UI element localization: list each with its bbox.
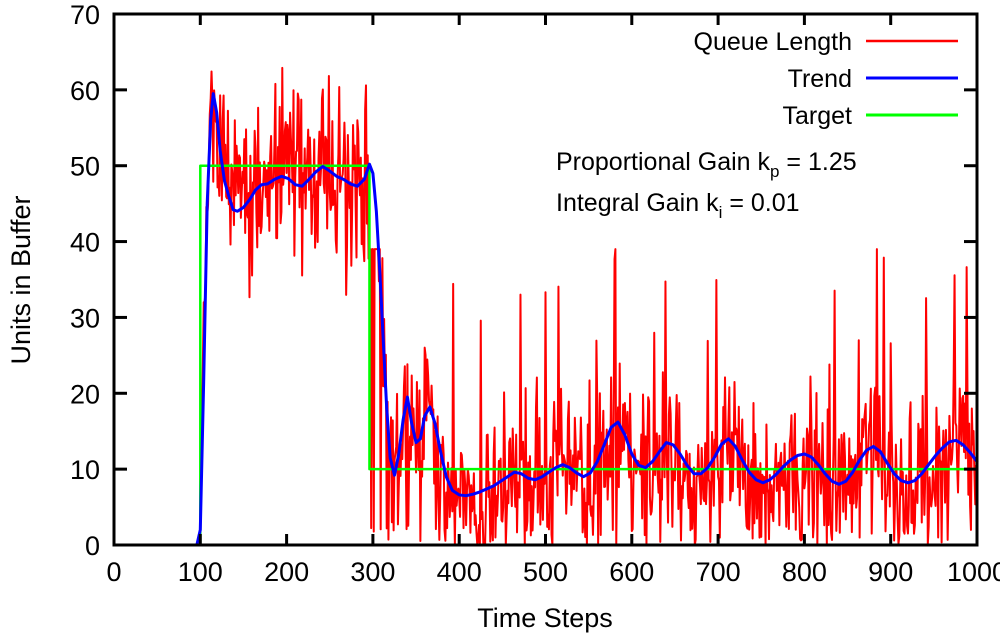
x-tick-label: 900	[868, 557, 913, 587]
annotation-kp-subscript: p	[770, 162, 779, 181]
x-tick-label: 700	[696, 557, 741, 587]
chart-annotations: Proportional Gain kp = 1.25 Integral Gai…	[556, 148, 857, 222]
legend-label-trend: Trend	[788, 65, 852, 93]
y-tick-label: 0	[85, 531, 100, 561]
x-tick-label: 800	[782, 557, 827, 587]
series-layer	[112, 66, 979, 547]
y-tick-label: 10	[70, 455, 100, 485]
y-tick-label: 20	[70, 379, 100, 409]
annotation-kp-tail: = 1.25	[779, 148, 856, 176]
x-tick-label: 200	[264, 557, 309, 587]
annotation-ki-main: Integral Gain k	[556, 189, 719, 217]
x-tick-label: 300	[350, 557, 395, 587]
annotation-proportional-gain: Proportional Gain kp = 1.25	[556, 148, 857, 181]
legend-label-queue-length: Queue Length	[694, 28, 852, 56]
y-tick-label: 40	[70, 228, 100, 258]
x-tick-label: 100	[178, 557, 223, 587]
legend-label-target: Target	[783, 102, 853, 130]
chart-canvas: 0 100 200 300 400 500 600 700 800 900 1000 0 10 20 30 4…	[6, 0, 1000, 633]
y-tick-label: 30	[70, 303, 100, 333]
x-tick-label: 500	[523, 557, 568, 587]
chart-figure: 0 100 200 300 400 500 600 700 800 900 1000 0 10 20 30 4…	[0, 0, 1000, 638]
x-tick-label: 0	[106, 557, 121, 587]
x-tick-label: 600	[609, 557, 654, 587]
annotation-integral-gain: Integral Gain ki = 0.01	[556, 189, 800, 222]
annotation-kp-main: Proportional Gain k	[556, 148, 771, 176]
y-axis-label: Units in Buffer	[6, 195, 36, 364]
y-tick-label: 50	[70, 152, 100, 182]
y-tick-label: 60	[70, 76, 100, 106]
annotation-ki-tail: = 0.01	[722, 189, 799, 217]
x-tick-label: 1000	[947, 557, 1000, 587]
chart-legend: Queue Length Trend Target	[694, 28, 958, 130]
x-tick-label: 400	[437, 557, 482, 587]
x-axis-label: Time Steps	[477, 603, 613, 633]
y-tick-label: 70	[70, 0, 100, 30]
